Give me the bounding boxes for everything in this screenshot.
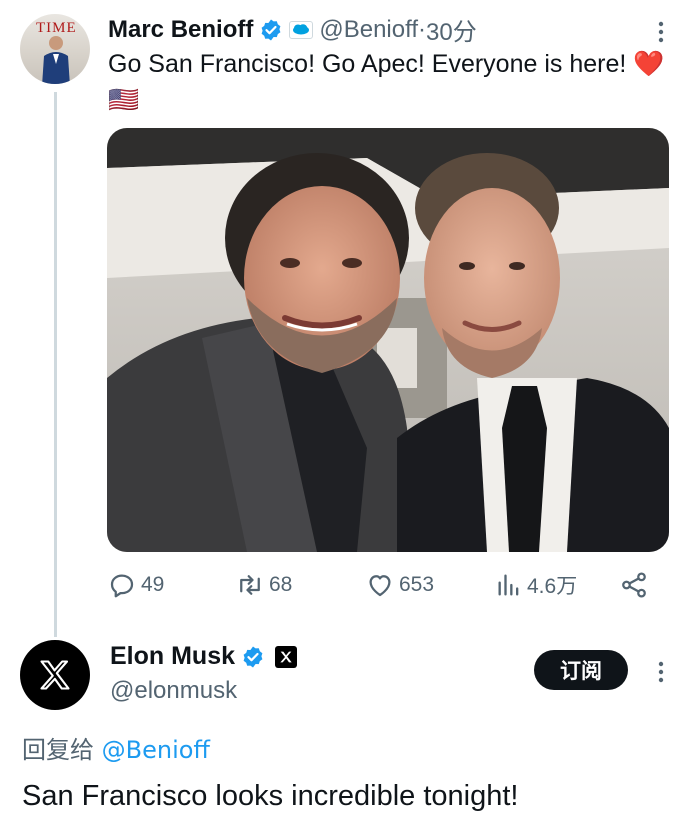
tweet-header: Elon Musk — [110, 642, 298, 671]
photo-illustration — [107, 128, 669, 552]
tweet-time[interactable]: 30分 — [426, 12, 477, 47]
more-icon[interactable] — [656, 20, 666, 44]
tweet-header: Marc Benioff @Benioff · 30分 — [108, 12, 477, 47]
avatar-person-graphic — [42, 36, 70, 84]
verified-icon — [261, 19, 281, 40]
x-affiliate-icon[interactable] — [275, 645, 298, 668]
tweet-text: San Francisco looks incredible tonight! — [22, 780, 519, 812]
author-name[interactable]: Marc Benioff — [108, 16, 253, 44]
thread-connector-line — [54, 92, 57, 637]
separator-dot: · — [418, 15, 427, 43]
avatar[interactable] — [20, 640, 90, 710]
subscribe-button[interactable]: 订阅 — [534, 650, 628, 690]
reply-prefix: 回复给 — [22, 736, 102, 764]
tweet-text: Go San Francisco! Go Apec! Everyone is h… — [108, 50, 665, 114]
like-count: 653 — [399, 573, 435, 596]
author-name[interactable]: Elon Musk — [110, 642, 235, 671]
retweet-icon — [240, 575, 260, 595]
x-logo-icon — [40, 660, 70, 690]
like-button[interactable]: 653 — [365, 570, 434, 600]
author-handle[interactable]: @Benioff — [319, 16, 418, 44]
verified-icon — [243, 646, 263, 667]
views-count: 4.6万 — [527, 575, 578, 598]
views-icon — [498, 574, 519, 596]
tweet-photo[interactable] — [107, 128, 669, 552]
share-icon — [622, 572, 646, 598]
reply-count: 49 — [141, 573, 165, 596]
retweet-count: 68 — [269, 573, 293, 596]
avatar[interactable]: TIME — [20, 14, 90, 84]
like-icon — [369, 575, 391, 597]
more-icon[interactable] — [656, 660, 666, 684]
tweet-actions: 49 68 653 4.6万 — [107, 570, 652, 604]
author-handle[interactable]: @elonmusk — [110, 677, 237, 705]
share-button[interactable] — [619, 570, 653, 600]
reply-context: 回复给 @Benioff — [22, 730, 210, 765]
retweet-button[interactable]: 68 — [235, 570, 292, 600]
reply-mention-link[interactable]: @Benioff — [102, 736, 210, 764]
views-button[interactable]: 4.6万 — [495, 570, 577, 600]
reply-button[interactable]: 49 — [107, 570, 164, 600]
salesforce-affiliate-icon[interactable] — [289, 20, 314, 39]
reply-icon — [110, 574, 134, 598]
